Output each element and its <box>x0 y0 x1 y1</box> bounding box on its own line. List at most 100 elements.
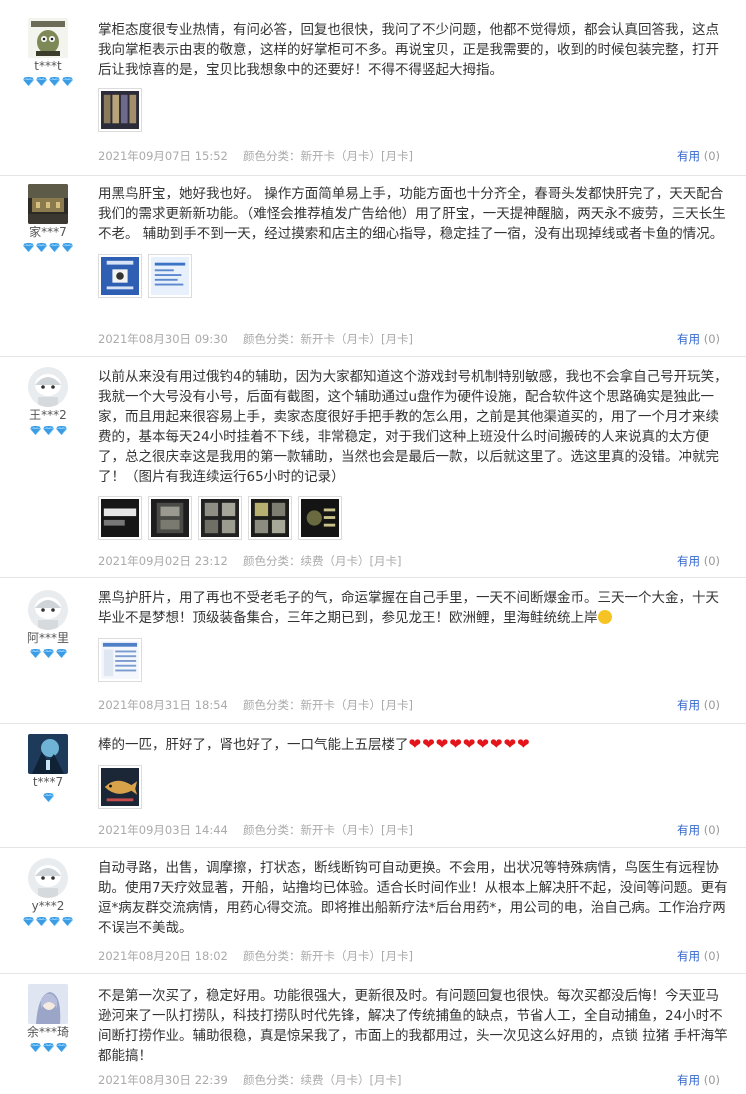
useful-label[interactable]: 有用 <box>677 823 700 837</box>
avatar[interactable] <box>28 858 68 898</box>
diamond-icon <box>42 426 54 435</box>
avatar[interactable] <box>28 984 68 1024</box>
diamond-icon <box>23 917 34 926</box>
review-content: 黑鸟护肝片，用了再也不受老毛子的气，命运掌握在自己手里，一天不间断爆金币。三天一… <box>98 588 732 684</box>
reviewer-info: t***t <box>0 18 96 91</box>
diamond-icon <box>36 917 47 926</box>
username: t***7 <box>32 775 64 789</box>
review-text-body: 黑鸟护肝片，用了再也不受老毛子的气，命运掌握在自己手里，一天不间断爆金币。三天一… <box>98 590 719 626</box>
review-photo-thumbnail[interactable] <box>198 496 242 540</box>
useful-label[interactable]: 有用 <box>677 1073 700 1087</box>
review-item: t***t 掌柜态度很专业热情，有问必答，回复也很快，我问了不少问题，他都不觉得… <box>0 0 746 176</box>
review-photo-thumbnail[interactable] <box>248 496 292 540</box>
username: 阿***里 <box>26 631 69 645</box>
diamond-icon <box>42 649 54 658</box>
review-photo-thumbnail[interactable] <box>98 638 142 682</box>
useful-label[interactable]: 有用 <box>677 149 700 163</box>
diamond-icon <box>29 649 41 658</box>
avatar[interactable] <box>28 734 68 774</box>
avatar[interactable] <box>28 590 68 630</box>
diamond-icon <box>62 243 73 252</box>
user-level-gems <box>0 1043 96 1057</box>
avatar[interactable] <box>28 18 68 58</box>
username: 王***2 <box>29 408 67 422</box>
useful-label[interactable]: 有用 <box>677 698 700 712</box>
diamond-icon <box>42 793 54 802</box>
review-meta: 2021年09月02日 23:12 颜色分类：续费（月卡）[月卡] 有用 (0) <box>98 553 720 569</box>
useful-count: (0) <box>703 332 720 346</box>
useful-count: (0) <box>703 1073 720 1087</box>
diamond-icon <box>49 917 60 926</box>
review-photos <box>98 254 732 300</box>
sku-info: 颜色分类：新开卡（月卡）[月卡] <box>243 332 413 346</box>
useful-count: (0) <box>703 823 720 837</box>
useful-button[interactable]: 有用 (0) <box>677 553 720 569</box>
review-photo-thumbnail[interactable] <box>148 496 192 540</box>
user-level-gems <box>0 243 96 257</box>
review-date: 2021年08月30日 09:30 <box>98 332 228 346</box>
useful-button[interactable]: 有用 (0) <box>677 1072 720 1088</box>
smiley-emoji-icon <box>597 610 612 624</box>
review-text: 掌柜态度很专业热情，有问必答，回复也很快，我问了不少问题，他都不觉得烦，都会认真… <box>98 22 719 78</box>
review-text: 不是第一次买了，稳定好用。功能很强大，更新很及时。有问题回复也很快。每次买都没后… <box>98 988 728 1064</box>
review-item: y***2 自动寻路，出售，调摩擦，打状态，断线断钩可自动更换。不会用，出状况等… <box>0 848 746 974</box>
review-meta: 2021年08月20日 18:02 颜色分类：新开卡（月卡）[月卡] 有用 (0) <box>98 948 720 964</box>
diamond-icon <box>62 77 73 86</box>
useful-count: (0) <box>703 698 720 712</box>
heart-emoji-icons: ❤❤❤❤❤❤❤❤❤ <box>408 735 531 753</box>
useful-label[interactable]: 有用 <box>677 949 700 963</box>
review-content: 掌柜态度很专业热情，有问必答，回复也很快，我问了不少问题，他都不觉得烦，都会认真… <box>98 20 732 134</box>
user-level-gems <box>0 426 96 440</box>
username: 家***7 <box>29 225 67 239</box>
diamond-icon <box>49 77 60 86</box>
diamond-icon <box>55 426 67 435</box>
review-content: 棒的一匹，肝好了，肾也好了，一口气能上五层楼了❤❤❤❤❤❤❤❤❤ <box>98 734 732 811</box>
review-photo-thumbnail[interactable] <box>98 496 142 540</box>
review-content: 用黑鸟肝宝，她好我也好。 操作方面简单易上手，功能方面也十分齐全，春哥头发都快肝… <box>98 184 732 300</box>
review-photos <box>98 765 732 811</box>
review-item: t***7 棒的一匹，肝好了，肾也好了，一口气能上五层楼了❤❤❤❤❤❤❤❤❤ 2… <box>0 724 746 848</box>
review-item: 余***琦 不是第一次买了，稳定好用。功能很强大，更新很及时。有问题回复也很快。… <box>0 974 746 1094</box>
review-date: 2021年09月07日 15:52 <box>98 149 228 163</box>
avatar[interactable] <box>28 184 68 224</box>
reviewer-info: y***2 <box>0 858 96 931</box>
diamond-icon <box>62 917 73 926</box>
diamond-icon <box>23 243 34 252</box>
useful-button[interactable]: 有用 (0) <box>677 948 720 964</box>
reviewer-info: 余***琦 <box>0 984 96 1057</box>
useful-button[interactable]: 有用 (0) <box>677 148 720 164</box>
review-text: 用黑鸟肝宝，她好我也好。 操作方面简单易上手，功能方面也十分齐全，春哥头发都快肝… <box>98 186 726 242</box>
useful-label[interactable]: 有用 <box>677 554 700 568</box>
diamond-icon <box>55 649 67 658</box>
reviewer-info: t***7 <box>0 734 96 807</box>
review-photos <box>98 638 732 684</box>
review-meta: 2021年09月03日 14:44 颜色分类：新开卡（月卡）[月卡] 有用 (0) <box>98 822 720 838</box>
diamond-icon <box>49 243 60 252</box>
diamond-icon <box>36 77 47 86</box>
diamond-icon <box>55 1043 67 1052</box>
user-level-gems <box>0 649 96 663</box>
review-item: 家***7 用黑鸟肝宝，她好我也好。 操作方面简单易上手，功能方面也十分齐全，春… <box>0 176 746 357</box>
review-photo-thumbnail[interactable] <box>98 765 142 809</box>
useful-button[interactable]: 有用 (0) <box>677 822 720 838</box>
reviewer-info: 王***2 <box>0 367 96 440</box>
user-level-gems <box>0 793 96 807</box>
useful-button[interactable]: 有用 (0) <box>677 331 720 347</box>
review-photo-thumbnail[interactable] <box>98 88 142 132</box>
review-text: 以前从来没有用过俄钓4的辅助，因为大家都知道这个游戏封号机制特别敏感，我也不会拿… <box>98 369 728 485</box>
review-photo-thumbnail[interactable] <box>98 254 142 298</box>
avatar[interactable] <box>28 367 68 407</box>
reviewer-info: 阿***里 <box>0 590 96 663</box>
review-photos <box>98 496 732 542</box>
review-meta: 2021年08月30日 22:39 颜色分类：续费（月卡）[月卡] 有用 (0) <box>98 1072 720 1088</box>
username: 余***琦 <box>26 1025 69 1039</box>
review-photo-thumbnail[interactable] <box>148 254 192 298</box>
review-photo-thumbnail[interactable] <box>298 496 342 540</box>
diamond-icon <box>23 77 34 86</box>
useful-label[interactable]: 有用 <box>677 332 700 346</box>
review-date: 2021年08月20日 18:02 <box>98 949 228 963</box>
review-text-body: 棒的一匹，肝好了，肾也好了，一口气能上五层楼了 <box>98 737 409 753</box>
review-text: 棒的一匹，肝好了，肾也好了，一口气能上五层楼了❤❤❤❤❤❤❤❤❤ <box>98 734 732 755</box>
username: y***2 <box>31 899 65 913</box>
useful-button[interactable]: 有用 (0) <box>677 697 720 713</box>
